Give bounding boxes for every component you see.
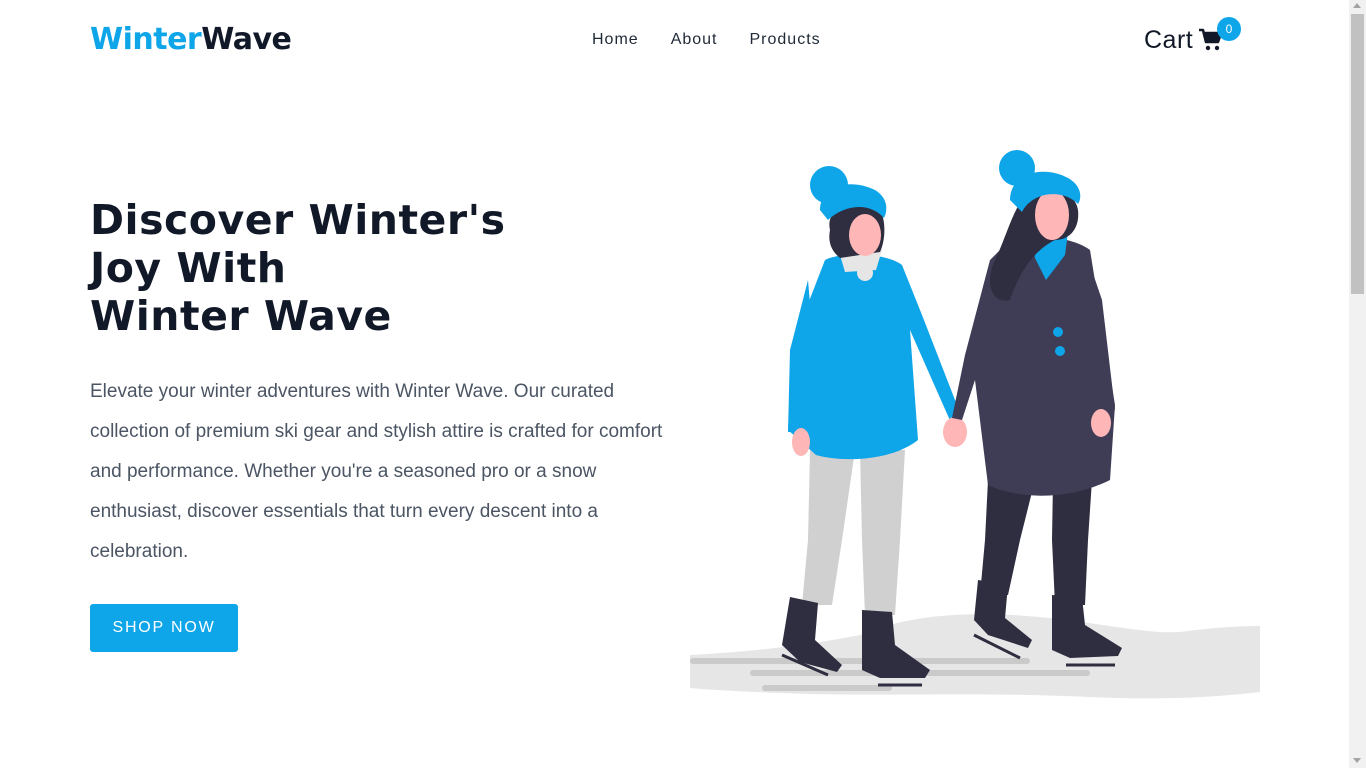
hero-title: Discover Winter's Joy With Winter Wave: [90, 196, 650, 340]
hero-title-line: Joy With: [90, 244, 287, 292]
cart-count-badge: 0: [1217, 17, 1241, 41]
hero-title-line: Discover Winter's: [90, 196, 506, 244]
nav-link-about[interactable]: About: [671, 30, 718, 50]
nav-link-home[interactable]: Home: [592, 30, 639, 50]
cart-button[interactable]: Cart 0: [1144, 17, 1241, 56]
vertical-scrollbar[interactable]: [1349, 0, 1366, 768]
brand-logo[interactable]: WinterWave: [90, 20, 292, 60]
brand-logo-part2: Wave: [201, 22, 292, 57]
scrollbar-thumb[interactable]: [1351, 14, 1364, 294]
shop-now-button[interactable]: SHOP NOW: [90, 604, 238, 652]
cart-label: Cart: [1144, 26, 1194, 54]
ice-line: [690, 658, 1030, 664]
navbar: WinterWave Home About Products Cart 0: [0, 0, 1349, 80]
brand-logo-part1: Winter: [90, 22, 202, 57]
ice-skaters-illustration: [690, 150, 1260, 699]
left-skater: [781, 166, 967, 687]
hero-title-line: Winter Wave: [90, 292, 392, 340]
ice-line: [762, 685, 892, 691]
main-nav: Home About Products: [592, 30, 853, 50]
hero-description: Elevate your winter adventures with Wint…: [90, 381, 663, 562]
scroll-down-arrow-icon[interactable]: [1353, 758, 1361, 763]
right-skater: [952, 150, 1122, 667]
nav-link-products[interactable]: Products: [750, 30, 821, 50]
scroll-up-arrow-icon[interactable]: [1353, 3, 1361, 8]
